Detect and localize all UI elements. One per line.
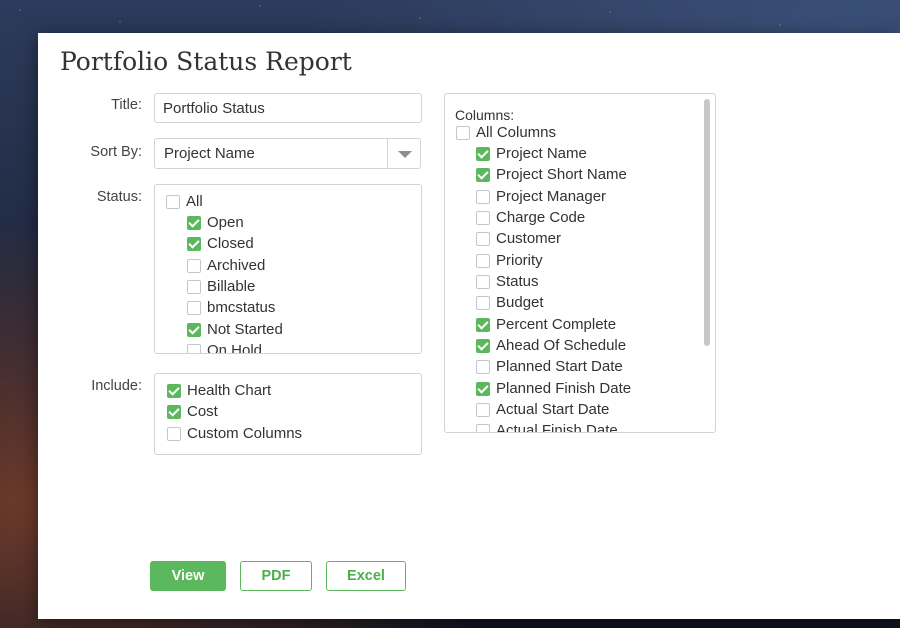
include-label: Include: [91, 378, 142, 394]
status-option-on-hold[interactable]: On Hold [187, 340, 263, 354]
checkbox-checked-icon[interactable] [187, 322, 201, 337]
status-option-bmcstatus[interactable]: bmcstatus [187, 297, 275, 318]
status-option-label: Closed [207, 235, 254, 252]
include-option-label: Cost [187, 403, 218, 420]
checkbox-checked-icon[interactable] [476, 317, 490, 332]
column-option-project-short-name[interactable]: Project Short Name [476, 164, 627, 185]
checkbox-icon[interactable] [187, 343, 201, 353]
status-option-billable[interactable]: Billable [187, 276, 255, 297]
dialog-title: Portfolio Status Report [60, 47, 352, 76]
columns-panel[interactable]: Columns: All Columns Project Name Projec… [444, 93, 716, 433]
status-option-label: Not Started [207, 321, 283, 338]
column-option-label: Customer [496, 230, 562, 247]
checkbox-icon[interactable] [187, 279, 201, 294]
status-option-label: All [186, 193, 203, 210]
column-option-label: Planned Start Date [496, 358, 623, 375]
column-option-actual-start-date[interactable]: Actual Start Date [476, 399, 609, 420]
column-option-label: Charge Code [496, 209, 586, 226]
include-checklist[interactable]: Health Chart Cost Custom Columns [154, 373, 422, 455]
checkbox-icon[interactable] [476, 402, 490, 417]
checkbox-icon[interactable] [476, 295, 490, 310]
column-option-label: Budget [496, 294, 544, 311]
include-option-custom-columns[interactable]: Custom Columns [167, 423, 302, 444]
report-dialog: Portfolio Status Report Title: Sort By: … [38, 33, 900, 619]
column-option-label: Project Manager [496, 188, 607, 205]
column-option-label: All Columns [476, 124, 557, 141]
column-option-customer[interactable]: Customer [476, 228, 561, 249]
checkbox-icon[interactable] [187, 300, 201, 315]
column-option-all-columns[interactable]: All Columns [456, 122, 556, 143]
status-option-closed[interactable]: Closed [187, 233, 254, 254]
column-option-label: Project Short Name [496, 166, 627, 183]
column-option-priority[interactable]: Priority [476, 250, 543, 271]
checkbox-icon[interactable] [476, 189, 490, 204]
status-option-open[interactable]: Open [187, 212, 244, 233]
column-option-budget[interactable]: Budget [476, 292, 544, 313]
include-option-health-chart[interactable]: Health Chart [167, 380, 271, 401]
status-option-archived[interactable]: Archived [187, 255, 265, 276]
select-divider [387, 139, 388, 168]
include-option-label: Custom Columns [187, 425, 303, 442]
sort-by-value: Project Name [164, 145, 255, 162]
column-option-label: Project Name [496, 145, 587, 162]
checkbox-checked-icon[interactable] [476, 338, 490, 353]
column-option-charge-code[interactable]: Charge Code [476, 207, 585, 228]
column-option-status[interactable]: Status [476, 271, 539, 292]
checkbox-checked-icon[interactable] [187, 215, 201, 230]
column-option-actual-finish-date[interactable]: Actual Finish Date [476, 420, 618, 433]
checkbox-icon[interactable] [476, 210, 490, 225]
checkbox-icon[interactable] [476, 231, 490, 246]
status-option-all[interactable]: All [166, 191, 203, 212]
column-option-ahead-of-schedule[interactable]: Ahead Of Schedule [476, 335, 626, 356]
title-input[interactable] [154, 93, 422, 123]
checkbox-checked-icon[interactable] [476, 146, 490, 161]
pdf-button[interactable]: PDF [240, 561, 312, 591]
status-option-label: Billable [207, 278, 256, 295]
column-option-label: Actual Start Date [496, 401, 610, 418]
excel-button[interactable]: Excel [326, 561, 406, 591]
checkbox-icon[interactable] [476, 274, 490, 289]
column-option-planned-start-date[interactable]: Planned Start Date [476, 356, 623, 377]
checkbox-icon[interactable] [476, 253, 490, 268]
column-option-label: Actual Finish Date [496, 422, 618, 433]
checkbox-icon[interactable] [476, 423, 490, 432]
sort-by-select[interactable]: Project Name [154, 138, 421, 169]
checkbox-checked-icon[interactable] [476, 381, 490, 396]
checkbox-checked-icon[interactable] [167, 404, 181, 419]
status-option-label: Archived [207, 257, 266, 274]
status-option-not-started[interactable]: Not Started [187, 319, 283, 340]
column-option-project-manager[interactable]: Project Manager [476, 186, 606, 207]
checkbox-icon[interactable] [187, 258, 201, 273]
checkbox-icon[interactable] [456, 125, 470, 140]
view-button[interactable]: View [150, 561, 226, 591]
columns-scrollbar[interactable] [704, 99, 710, 346]
column-option-project-name[interactable]: Project Name [476, 143, 587, 164]
status-label: Status: [96, 189, 142, 205]
status-option-label: On Hold [207, 342, 263, 354]
status-checklist[interactable]: All Open Closed Archived Billable bmcsta… [154, 184, 422, 354]
checkbox-icon[interactable] [166, 194, 180, 209]
status-option-label: Open [207, 214, 244, 231]
checkbox-checked-icon[interactable] [167, 383, 181, 398]
sort-by-label: Sort By: [90, 144, 142, 160]
checkbox-icon[interactable] [167, 426, 181, 441]
checkbox-checked-icon[interactable] [476, 167, 490, 182]
title-label: Title: [111, 97, 142, 113]
include-option-label: Health Chart [187, 382, 272, 399]
column-option-percent-complete[interactable]: Percent Complete [476, 314, 616, 335]
column-option-label: Ahead Of Schedule [496, 337, 627, 354]
chevron-down-icon[interactable] [398, 151, 412, 158]
checkbox-checked-icon[interactable] [187, 236, 201, 251]
include-option-cost[interactable]: Cost [167, 401, 218, 422]
column-option-label: Priority [496, 252, 543, 269]
column-option-label: Percent Complete [496, 316, 617, 333]
column-option-label: Planned Finish Date [496, 380, 632, 397]
column-option-label: Status [496, 273, 539, 290]
status-option-label: bmcstatus [207, 299, 276, 316]
column-option-planned-finish-date[interactable]: Planned Finish Date [476, 378, 631, 399]
checkbox-icon[interactable] [476, 359, 490, 374]
